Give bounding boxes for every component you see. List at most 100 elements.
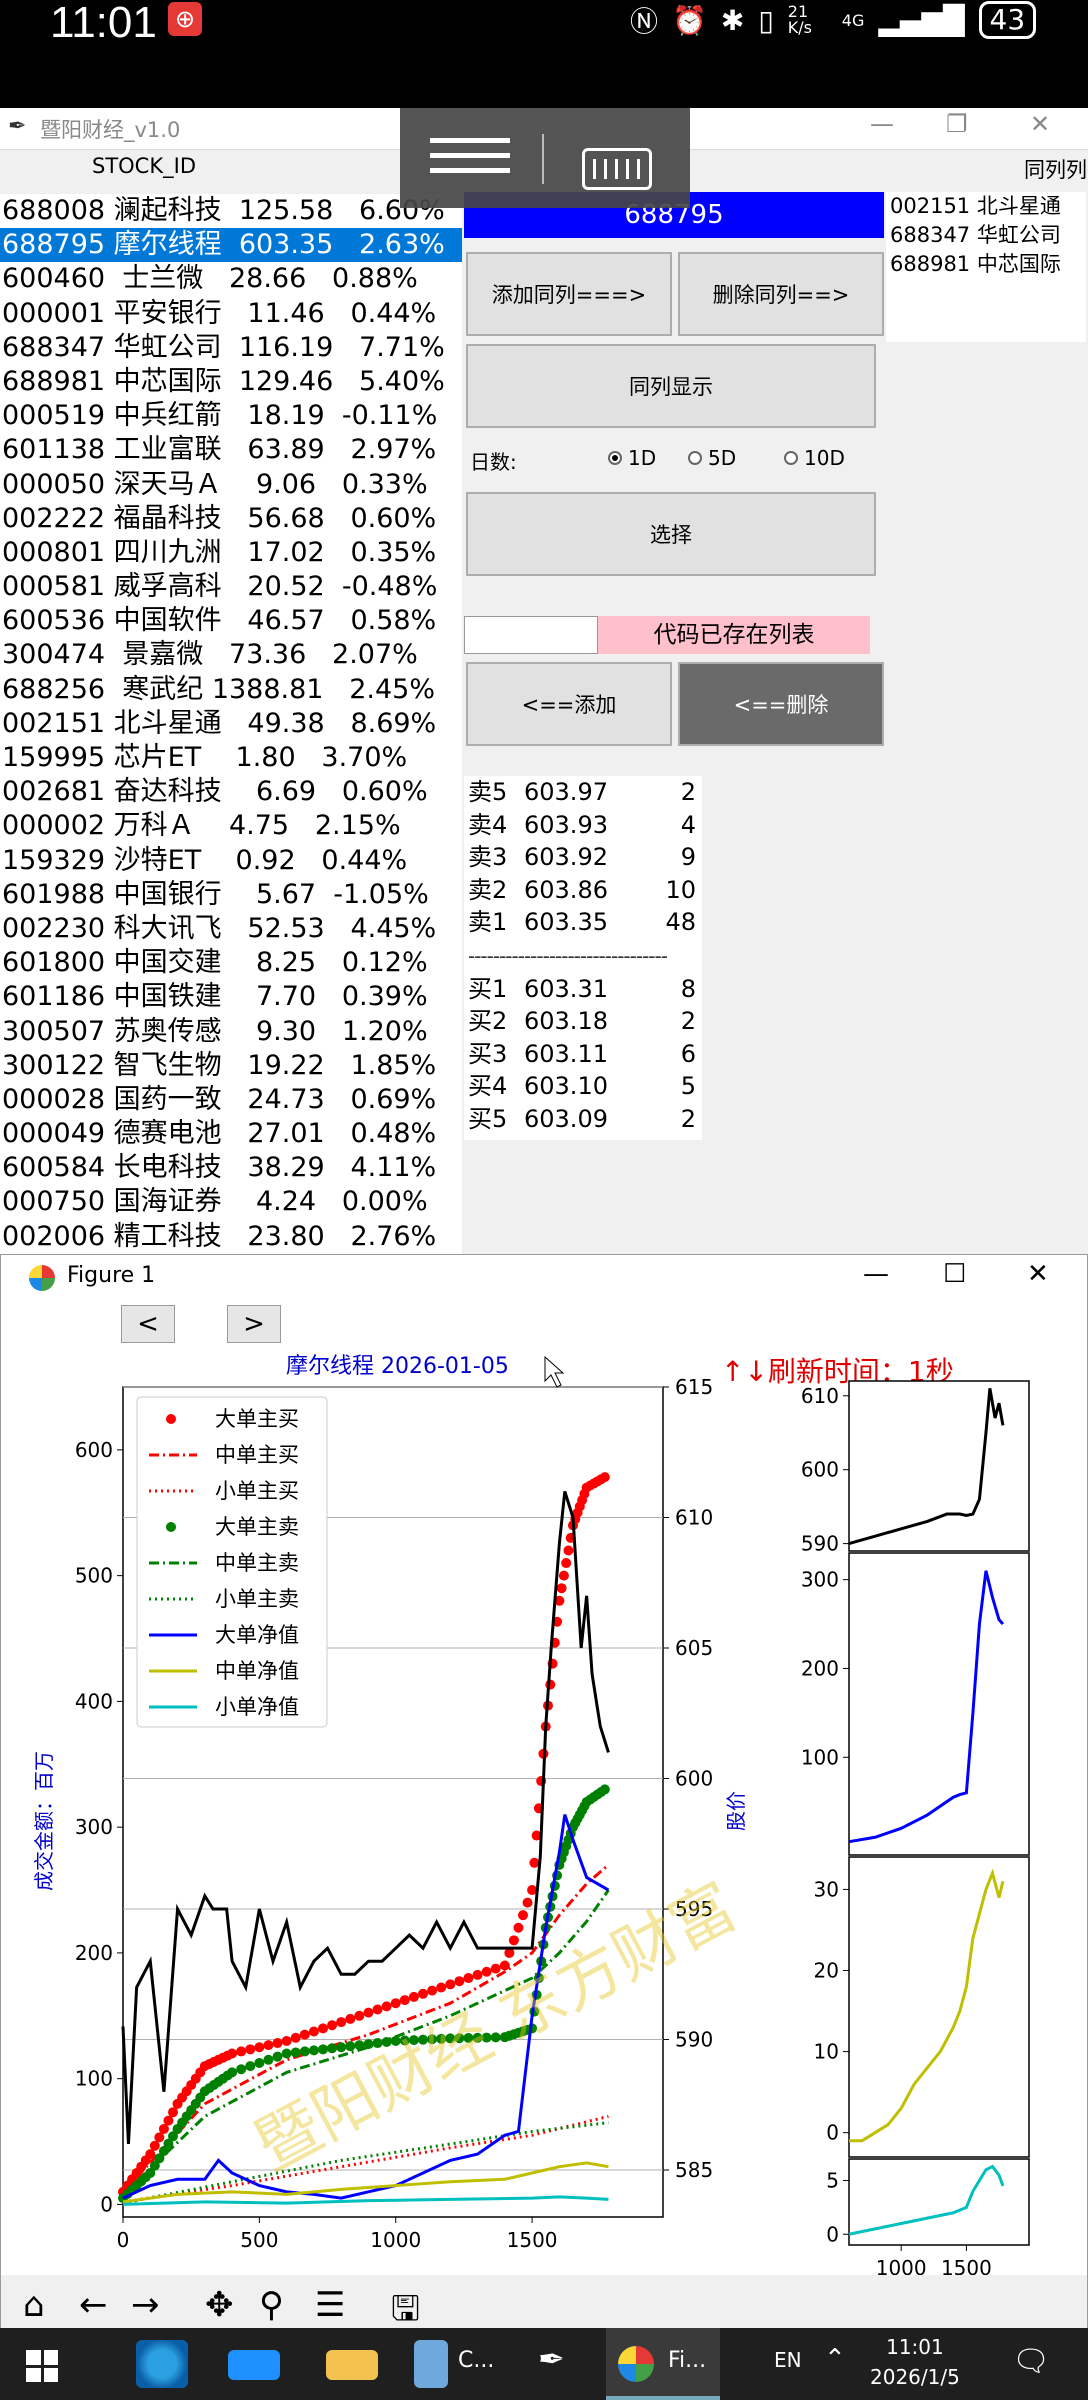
forward-icon[interactable]: → — [131, 2285, 160, 2325]
series-dot — [561, 1558, 572, 1569]
chevron-up-icon[interactable]: ⌃ — [824, 2344, 846, 2374]
show-tonglie-button[interactable]: 同列显示 — [466, 344, 876, 428]
delete-tonglie-button[interactable]: 删除同列==> — [678, 252, 884, 336]
stock-row[interactable]: 000581 威孚高科 20.52 -0.48% — [0, 570, 462, 604]
stock-row[interactable]: 688347 华虹公司 116.19 7.71% — [0, 331, 462, 365]
book-cell: 9 — [680, 843, 696, 871]
stock-row[interactable]: 000049 德赛电池 27.01 0.48% — [0, 1117, 462, 1151]
series-dot — [272, 2038, 283, 2049]
app-c-icon[interactable] — [414, 2340, 448, 2388]
stock-row[interactable]: 002681 奋达科技 6.69 0.60% — [0, 775, 462, 809]
stock-row[interactable]: 688256 寒武纪 1388.81 2.45% — [0, 673, 462, 707]
minimize-icon[interactable]: — — [870, 110, 894, 138]
stock-row[interactable]: 002006 精工科技 23.80 2.76% — [0, 1220, 462, 1254]
stock-row[interactable]: 601800 中国交建 8.25 0.12% — [0, 946, 462, 980]
add-tonglie-button[interactable]: 添加同列===> — [466, 252, 672, 336]
pan-icon[interactable]: ✥ — [205, 2285, 234, 2325]
stock-row[interactable]: 601138 工业富联 63.89 2.97% — [0, 433, 462, 467]
book-cell: 603.10 — [524, 1072, 608, 1100]
list-item[interactable]: 688981 中芯国际 — [886, 250, 1086, 279]
stock-list[interactable]: 688008 澜起科技 125.58 6.60% 688795 摩尔线程 603.… — [0, 194, 462, 1274]
bid-row: 买4 603.10 5 — [464, 1070, 702, 1103]
book-cell: 买4 — [468, 1072, 508, 1100]
stock-row[interactable]: 000001 平安银行 11.46 0.44% — [0, 297, 462, 331]
y2-tick-label: 615 — [675, 1375, 713, 1399]
book-cell: 603.86 — [524, 875, 608, 904]
series-dot — [558, 1570, 569, 1581]
code-input[interactable] — [464, 616, 598, 654]
radio-10d[interactable]: 10D — [784, 446, 845, 470]
figure-task[interactable]: Fi... — [606, 2328, 720, 2400]
notification-icon[interactable]: 🗨 — [1012, 2344, 1050, 2379]
series-dot — [290, 2032, 301, 2043]
radio-10d-label: 10D — [804, 446, 845, 470]
folder-icon[interactable] — [326, 2350, 378, 2380]
zoom-icon[interactable]: ⚲ — [259, 2285, 284, 2325]
stock-row[interactable]: 000750 国海证券 4.24 0.00% — [0, 1185, 462, 1219]
feather-task-icon[interactable]: ✒ — [538, 2340, 565, 2378]
radio-5d[interactable]: 5D — [688, 446, 736, 470]
stock-row[interactable]: 300507 苏奥传感 9.30 1.20% — [0, 1015, 462, 1049]
taskbar-clock[interactable]: 11:01 2026/1/5 — [870, 2332, 960, 2392]
desktop-icon[interactable] — [228, 2350, 280, 2380]
stock-row[interactable]: 000519 中兵红箭 18.19 -0.11% — [0, 399, 462, 433]
radio-1d[interactable]: 1D — [608, 446, 656, 470]
days-label: 日数: — [470, 450, 517, 474]
stock-row[interactable]: 159995 芯片ET 1.80 3.70% — [0, 741, 462, 775]
stock-row[interactable]: 000801 四川九洲 17.02 0.35% — [0, 536, 462, 570]
stock-row[interactable]: 000002 万科Ａ 4.75 2.15% — [0, 809, 462, 843]
edge-icon[interactable] — [136, 2340, 188, 2388]
figure-titlebar: Figure 1 — ☐ ✕ — [1, 1255, 1087, 1301]
series-dot — [281, 2048, 292, 2059]
start-icon[interactable] — [26, 2350, 58, 2382]
stock-row[interactable]: 600460 士兰微 28.66 0.88% — [0, 262, 462, 296]
y-tick-label: 0 — [100, 2192, 113, 2216]
next-button[interactable]: > — [227, 1305, 281, 1343]
tonglie-list[interactable]: 002151 北斗星通 688347 华虹公司 688981 中芯国际 — [886, 192, 1086, 342]
configure-icon[interactable]: ☰ — [315, 2285, 345, 2325]
x-tick-label: 1000 — [876, 2256, 927, 2275]
back-icon[interactable]: ← — [79, 2285, 108, 2325]
add-button[interactable]: <==添加 — [466, 662, 672, 746]
stock-row[interactable]: 688008 澜起科技 125.58 6.60% — [0, 194, 462, 228]
delete-button[interactable]: <==删除 — [678, 662, 884, 746]
language-indicator[interactable]: EN — [774, 2348, 802, 2372]
ask-row: 卖5 603.97 2 — [464, 776, 702, 809]
stock-row[interactable]: 601186 中国铁建 7.70 0.39% — [0, 980, 462, 1014]
list-item[interactable]: 002151 北斗星通 — [886, 192, 1086, 221]
close-icon[interactable]: ✕ — [1027, 1259, 1049, 1289]
stock-row[interactable]: 300474 景嘉微 73.36 2.07% — [0, 638, 462, 672]
book-cell: 603.18 — [524, 1007, 608, 1035]
restore-icon[interactable]: ❐ — [946, 110, 968, 138]
series-dot — [236, 2046, 247, 2057]
stock-row[interactable]: 688981 中芯国际 129.46 5.40% — [0, 365, 462, 399]
stock-row[interactable]: 688795 摩尔线程 603.35 2.63% — [0, 228, 462, 263]
maximize-icon[interactable]: ☐ — [943, 1259, 966, 1289]
x-tick-label: 1500 — [507, 2228, 558, 2252]
stock-row[interactable]: 601988 中国银行 5.67 -1.05% — [0, 878, 462, 912]
bid-row: 买3 603.11 6 — [464, 1038, 702, 1071]
stock-row[interactable]: 300122 智飞生物 19.22 1.85% — [0, 1049, 462, 1083]
stock-row[interactable]: 002230 科大讯飞 52.53 4.45% — [0, 912, 462, 946]
stock-row[interactable]: 159329 沙特ET 0.92 0.44% — [0, 844, 462, 878]
app-c-label[interactable]: C... — [458, 2348, 494, 2373]
stock-row[interactable]: 600584 长电科技 38.29 4.11% — [0, 1151, 462, 1185]
series-dot — [272, 2051, 283, 2062]
stock-row[interactable]: 002151 北斗星通 49.38 8.69% — [0, 707, 462, 741]
menu-icon[interactable] — [430, 138, 510, 182]
stock-row[interactable]: 000050 深天马Ａ 9.06 0.33% — [0, 468, 462, 502]
plot-frame — [848, 2158, 1030, 2246]
select-button[interactable]: 选择 — [466, 492, 876, 576]
clock-time: 11:01 — [886, 2335, 944, 2359]
stock-row[interactable]: 002222 福晶科技 56.68 0.60% — [0, 502, 462, 536]
book-cell: 603.09 — [524, 1104, 608, 1133]
home-icon[interactable]: ⌂ — [23, 2285, 45, 2325]
close-icon[interactable]: ✕ — [1030, 110, 1050, 138]
keyboard-icon[interactable] — [582, 148, 652, 190]
prev-button[interactable]: < — [121, 1305, 175, 1343]
stock-row[interactable]: 600536 中国软件 46.57 0.58% — [0, 604, 462, 638]
stock-row[interactable]: 000028 国药一致 24.73 0.69% — [0, 1083, 462, 1117]
list-item[interactable]: 688347 华虹公司 — [886, 221, 1086, 250]
minimize-icon[interactable]: — — [863, 1259, 889, 1289]
y-tick-label: 300 — [75, 1815, 113, 1839]
